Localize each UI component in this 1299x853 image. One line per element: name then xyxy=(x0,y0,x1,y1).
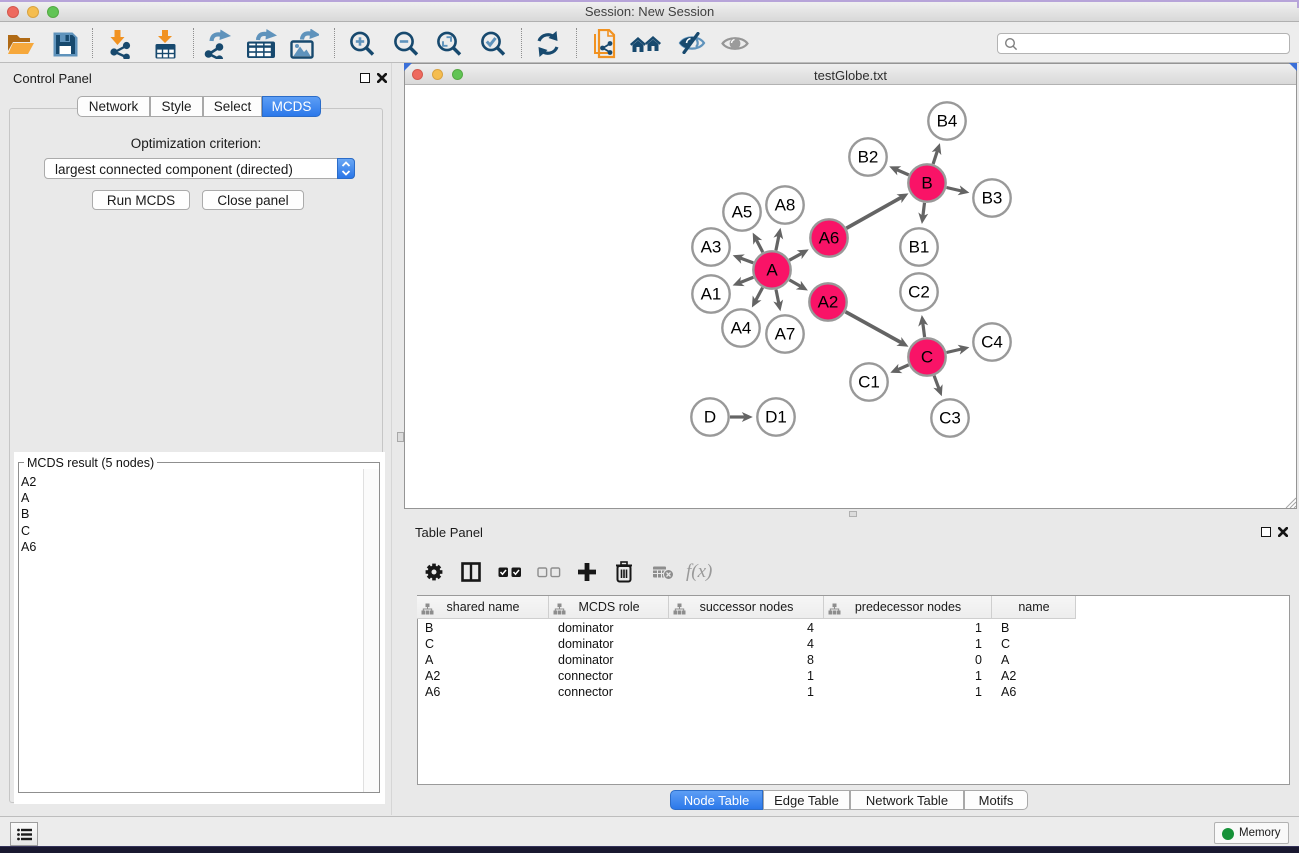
svg-text:D: D xyxy=(704,408,716,427)
svg-text:A3: A3 xyxy=(701,238,722,257)
svg-text:C4: C4 xyxy=(981,333,1003,352)
svg-text:C2: C2 xyxy=(908,283,930,302)
svg-text:A4: A4 xyxy=(731,319,752,338)
svg-text:B4: B4 xyxy=(937,112,958,131)
svg-text:B: B xyxy=(921,174,932,193)
svg-text:A6: A6 xyxy=(819,229,840,248)
svg-text:D1: D1 xyxy=(765,408,787,427)
svg-text:A2: A2 xyxy=(818,293,839,312)
svg-text:C3: C3 xyxy=(939,409,961,428)
svg-text:A8: A8 xyxy=(775,196,796,215)
svg-text:C: C xyxy=(921,348,933,367)
svg-text:B1: B1 xyxy=(909,238,930,257)
svg-text:C1: C1 xyxy=(858,373,880,392)
svg-text:A5: A5 xyxy=(732,203,753,222)
svg-text:A7: A7 xyxy=(775,325,796,344)
svg-text:A: A xyxy=(766,261,778,280)
svg-text:B3: B3 xyxy=(982,189,1003,208)
svg-text:B2: B2 xyxy=(858,148,879,167)
svg-text:A1: A1 xyxy=(701,285,722,304)
